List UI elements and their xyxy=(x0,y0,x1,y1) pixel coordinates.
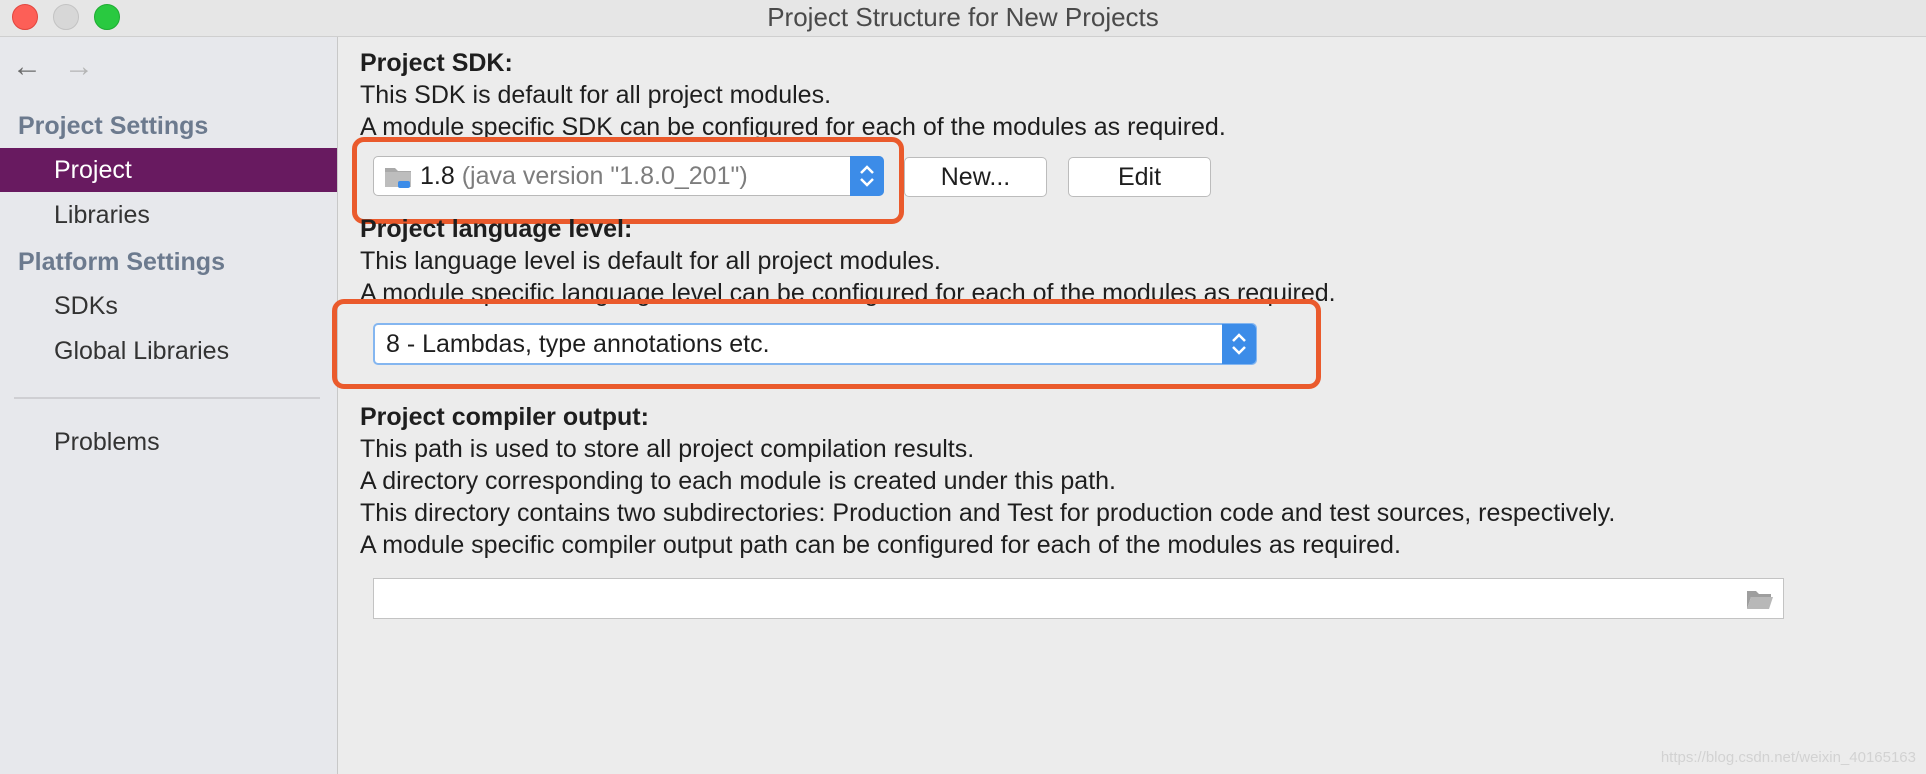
section-header-platform-settings: Platform Settings xyxy=(18,248,225,276)
section-header-project-settings: Project Settings xyxy=(18,112,209,140)
title-bar: Project Structure for New Projects xyxy=(0,0,1926,37)
sidebar-item-libraries[interactable]: Libraries xyxy=(0,193,337,237)
compiler-output-heading: Project compiler output: xyxy=(360,403,649,431)
sidebar-item-sdks[interactable]: SDKs xyxy=(0,284,337,328)
sdk-heading: Project SDK: xyxy=(360,49,513,77)
folder-open-icon[interactable] xyxy=(1745,587,1775,616)
compiler-description-2: A directory corresponding to each module… xyxy=(360,467,1116,495)
sidebar-divider xyxy=(14,397,320,399)
compiler-description-4: A module specific compiler output path c… xyxy=(360,531,1401,559)
sidebar-item-label: SDKs xyxy=(54,292,118,320)
watermark: https://blog.csdn.net/weixin_40165163 xyxy=(1660,749,1916,766)
sdk-highlight-box xyxy=(352,137,904,224)
arrow-left-icon[interactable]: ← xyxy=(12,49,42,85)
sidebar: ← → Project Settings Project Libraries P… xyxy=(0,37,338,774)
sidebar-item-label: Problems xyxy=(54,428,160,456)
compiler-description-1: This path is used to store all project c… xyxy=(360,435,975,463)
sidebar-item-label: Global Libraries xyxy=(54,337,230,365)
sidebar-item-project[interactable]: Project xyxy=(0,148,337,192)
language-heading: Project language level: xyxy=(360,215,633,243)
sdk-description-1: This SDK is default for all project modu… xyxy=(360,81,832,109)
main-content: Project SDK: This SDK is default for all… xyxy=(332,37,1926,774)
project-structure-window: Project Structure for New Projects ← → P… xyxy=(0,0,1926,774)
arrow-right-icon[interactable]: → xyxy=(64,49,94,85)
sidebar-item-problems[interactable]: Problems xyxy=(0,420,337,464)
window-title: Project Structure for New Projects xyxy=(767,2,1159,32)
sdk-new-button[interactable]: New... xyxy=(904,157,1047,197)
language-level-highlight-box xyxy=(332,299,1321,389)
sidebar-item-label: Project xyxy=(54,156,132,184)
compiler-output-path-field[interactable] xyxy=(373,578,1784,619)
language-description-1: This language level is default for all p… xyxy=(360,247,941,275)
sidebar-item-global-libraries[interactable]: Global Libraries xyxy=(0,329,337,373)
sdk-edit-button[interactable]: Edit xyxy=(1068,157,1211,197)
compiler-description-3: This directory contains two subdirectori… xyxy=(360,499,1616,527)
sidebar-item-label: Libraries xyxy=(54,201,150,229)
